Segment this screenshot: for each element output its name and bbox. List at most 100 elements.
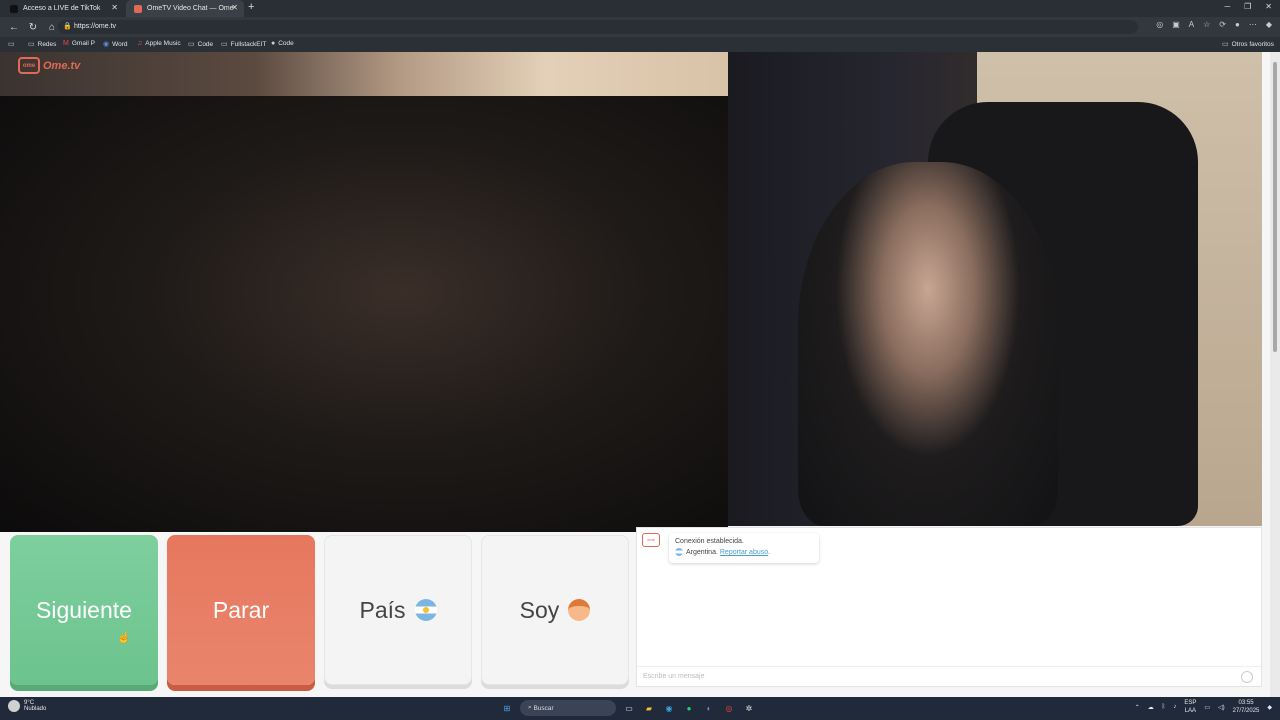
reader-icon[interactable]: ▣ bbox=[1172, 20, 1180, 29]
system-tray: ⌃ ☁ ᛒ ♪ ESP LAA ▭ ◁) 03:55 27/7/2025 ◆ bbox=[1135, 699, 1272, 715]
tiktok-favicon-icon bbox=[10, 4, 18, 13]
weather-desc: Nublado bbox=[24, 706, 47, 712]
task-view-icon[interactable]: ▭ bbox=[622, 701, 636, 715]
gmail-icon: M bbox=[63, 40, 69, 47]
argentina-flag-icon bbox=[414, 599, 437, 621]
volume-icon[interactable]: ◁) bbox=[1218, 704, 1225, 711]
sync-icon[interactable]: ⟳ bbox=[1219, 20, 1226, 29]
discord-icon[interactable]: ◐ bbox=[702, 701, 716, 715]
message-input[interactable]: Escribe un mensaje bbox=[637, 666, 1261, 686]
spotify-icon[interactable]: ● bbox=[682, 701, 696, 715]
windows-taskbar: 9°C Nublado ⊞ ⌕ Buscar ▭ ▰ ◉ ● ◐ ◎ ✲ ⌃ ☁… bbox=[0, 697, 1280, 720]
address-bar-row: ← ↻ ⌂ 🔒 https://ome.tv bbox=[0, 17, 1280, 37]
word-icon: ◉ bbox=[103, 41, 110, 48]
close-tab-icon[interactable]: ✕ bbox=[231, 3, 238, 12]
gender-button[interactable]: Soy bbox=[481, 535, 629, 685]
taskbar-search[interactable]: ⌕ Buscar bbox=[520, 700, 616, 716]
bookmark-gmail[interactable]: M Gmail P bbox=[63, 40, 95, 47]
chevron-up-icon[interactable]: ⌃ bbox=[1135, 704, 1140, 711]
bluetooth-icon[interactable]: ᛒ bbox=[1162, 704, 1166, 710]
tab-title: OmeTV Video Chat — Ome bbox=[147, 5, 234, 12]
back-icon[interactable]: ← bbox=[9, 22, 19, 33]
boy-emoji-icon bbox=[568, 599, 591, 621]
scrollbar-thumb[interactable] bbox=[1273, 62, 1277, 352]
logo-text: Ome.tv bbox=[43, 59, 81, 72]
steam-icon[interactable]: ✲ bbox=[742, 701, 756, 715]
other-favorites[interactable]: ▭ Otros favoritos bbox=[1222, 40, 1274, 49]
bookmark-redes[interactable]: ▭ Redes bbox=[28, 40, 56, 49]
url-field[interactable]: 🔒 https://ome.tv bbox=[58, 20, 1138, 34]
bookmark-fullstack[interactable]: ▭ FullstackEIT bbox=[221, 40, 266, 49]
country-text: Argentina. bbox=[686, 549, 718, 556]
webcam-person bbox=[798, 162, 1058, 526]
self-webcam-video bbox=[728, 52, 1262, 526]
page-scrollbar[interactable] bbox=[1270, 52, 1280, 697]
stop-button-label: Parar bbox=[212, 596, 270, 623]
home-icon[interactable]: ⌂ bbox=[47, 22, 57, 33]
weather-widget[interactable]: 9°C Nublado bbox=[8, 700, 46, 712]
next-button-label: Siguiente bbox=[36, 596, 132, 623]
onedrive-icon[interactable]: ☁ bbox=[1148, 704, 1154, 711]
chrome-icon[interactable]: ◎ bbox=[722, 701, 736, 715]
bookmark-github-code[interactable]: ● Code bbox=[271, 40, 294, 47]
cloud-icon bbox=[8, 700, 20, 712]
extension-icon[interactable]: ◎ bbox=[1156, 20, 1163, 29]
lock-icon: 🔒 bbox=[63, 23, 72, 30]
network-icon[interactable]: ▭ bbox=[1204, 704, 1210, 711]
bookmarks-bar: ▭ ▭ Redes M Gmail P ◉ Word ♫ Apple Music ▭ Co… bbox=[0, 37, 1280, 52]
video-background-strip bbox=[0, 52, 728, 96]
minimize-icon[interactable]: ─ bbox=[1224, 2, 1230, 11]
chat-panel: ome Conexión establecida. Argentina. Rep… bbox=[636, 527, 1262, 687]
ometv-avatar-icon: ome bbox=[642, 533, 660, 547]
github-icon: ● bbox=[271, 40, 276, 47]
window-controls: ─ ❐ ✕ bbox=[1224, 2, 1272, 11]
apple-music-icon: ♫ bbox=[137, 40, 143, 47]
close-tab-icon[interactable]: ✕ bbox=[111, 3, 118, 12]
language-indicator[interactable]: ESP LAA bbox=[1184, 699, 1196, 715]
close-window-icon[interactable]: ✕ bbox=[1265, 2, 1272, 11]
more-menu-icon[interactable]: ⋯ bbox=[1249, 20, 1257, 29]
new-tab-icon[interactable]: + bbox=[248, 1, 254, 13]
restore-icon[interactable]: ❐ bbox=[1244, 2, 1251, 11]
next-button[interactable]: Siguiente bbox=[10, 535, 158, 685]
refresh-icon[interactable]: ↻ bbox=[28, 22, 38, 33]
clock[interactable]: 03:55 27/7/2025 bbox=[1233, 699, 1260, 715]
taskbar-apps: ⊞ ⌕ Buscar ▭ ▰ ◉ ● ◐ ◎ ✲ bbox=[500, 700, 756, 716]
argentina-flag-icon bbox=[675, 548, 683, 557]
folder-icon: ▭ bbox=[1222, 41, 1229, 48]
copilot-icon[interactable]: ◆ bbox=[1266, 20, 1272, 29]
windows-start-icon[interactable]: ⊞ bbox=[500, 701, 514, 715]
microphone-icon[interactable]: ♪ bbox=[1173, 704, 1176, 710]
connection-text: Conexión establecida. bbox=[675, 538, 744, 545]
profile-avatar-icon[interactable]: ● bbox=[1235, 20, 1240, 29]
favorite-star-icon[interactable]: ☆ bbox=[1203, 20, 1210, 29]
search-label: Buscar bbox=[533, 704, 554, 712]
browser-tab-bar: Acceso a LIVE de TikTok ✕ OmeTV Video Ch… bbox=[0, 0, 1280, 17]
copilot-taskbar-icon[interactable]: ◆ bbox=[1267, 704, 1272, 711]
read-aloud-icon[interactable]: A bbox=[1189, 20, 1194, 29]
edge-icon[interactable]: ◉ bbox=[662, 701, 676, 715]
stop-button[interactable]: Parar bbox=[167, 535, 315, 685]
tab-title: Acceso a LIVE de TikTok bbox=[23, 5, 101, 12]
country-button-label: País bbox=[359, 596, 406, 623]
tab-tiktok[interactable]: Acceso a LIVE de TikTok ✕ bbox=[2, 0, 124, 17]
system-message: Conexión establecida. Argentina. Reporta… bbox=[669, 533, 819, 563]
url-text: https://ome.tv bbox=[74, 23, 117, 30]
gender-button-label: Soy bbox=[519, 596, 560, 623]
tv-logo-icon: ome bbox=[18, 57, 40, 74]
report-abuse-link[interactable]: Reportar abuso bbox=[720, 549, 768, 556]
file-explorer-icon[interactable]: ▰ bbox=[642, 701, 656, 715]
stranger-video bbox=[0, 52, 728, 532]
country-button[interactable]: País bbox=[324, 535, 472, 685]
bookmark-apple-music[interactable]: ♫ Apple Music bbox=[137, 40, 181, 47]
bookmark-word[interactable]: ◉ Word bbox=[103, 40, 128, 49]
shared-photo bbox=[0, 96, 728, 532]
browser-toolbar-icons: ◎ ▣ A ☆ ⟳ ● ⋯ ◆ bbox=[1156, 20, 1272, 29]
tab-ometv[interactable]: OmeTV Video Chat — Ome ✕ bbox=[126, 0, 244, 17]
folder-icon: ▭ bbox=[188, 41, 195, 48]
bookmark-code[interactable]: ▭ Code bbox=[188, 40, 213, 49]
bookmarks-menu-icon[interactable]: ▭ bbox=[8, 40, 18, 48]
emoji-picker-icon[interactable] bbox=[1241, 671, 1253, 683]
mouse-cursor-icon: ☝ bbox=[117, 632, 131, 644]
message-placeholder: Escribe un mensaje bbox=[643, 673, 705, 680]
